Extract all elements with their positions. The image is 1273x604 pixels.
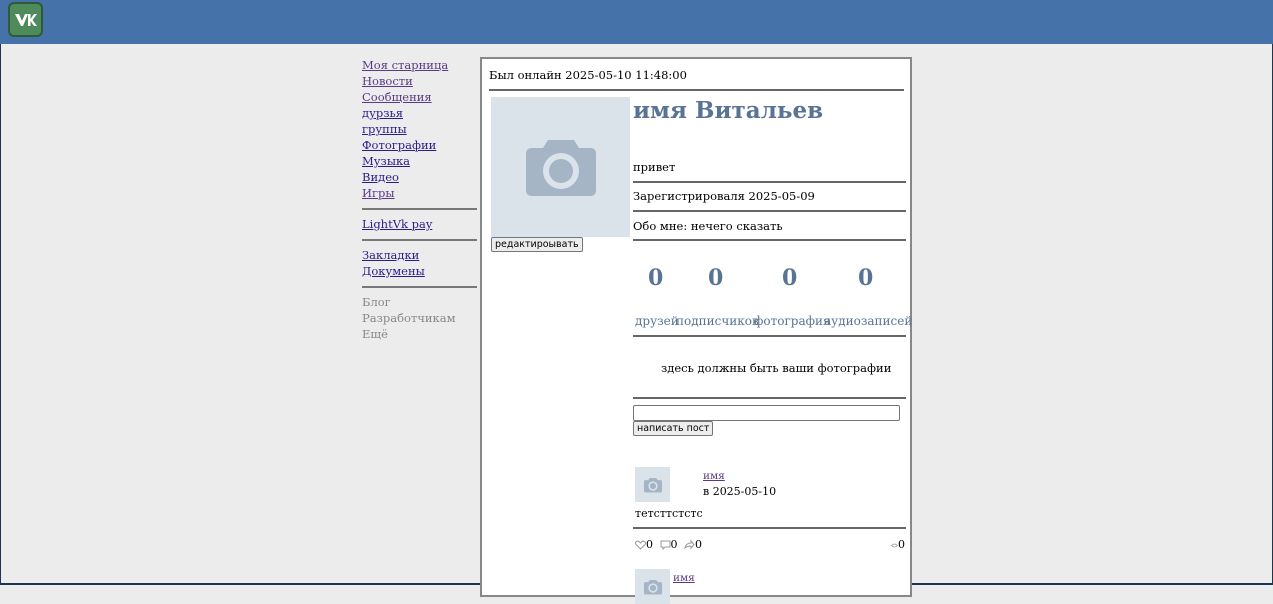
nav-news[interactable]: Новости xyxy=(362,73,477,89)
nav-games[interactable]: Игры xyxy=(362,185,477,201)
photos-empty-message: здесь должны быть ваши фотографии xyxy=(661,361,892,375)
divider xyxy=(633,397,906,399)
post-author-avatar[interactable] xyxy=(635,467,670,502)
registration-date: Зарегистрироваля 2025-05-09 xyxy=(633,189,815,203)
nav-video[interactable]: Видео xyxy=(362,169,477,185)
repost-button[interactable]: 0 xyxy=(684,538,702,551)
nav-friends[interactable]: дурзья xyxy=(362,105,477,121)
post-text: тетсттстстс xyxy=(635,507,703,520)
friends-count[interactable]: 0 xyxy=(648,265,663,291)
edit-profile-button[interactable]: редактироывать xyxy=(491,237,583,252)
views: 0 xyxy=(891,538,905,551)
post-author-avatar[interactable] xyxy=(635,569,670,604)
left-navigation: Моя старница Новости Сообщения дурзья гр… xyxy=(362,57,477,342)
photos-count[interactable]: 0 xyxy=(782,265,797,291)
nav-divider xyxy=(362,239,477,241)
heart-icon xyxy=(635,540,646,550)
nav-groups[interactable]: группы xyxy=(362,121,477,137)
profile-avatar[interactable] xyxy=(491,97,630,237)
repost-icon xyxy=(684,540,695,550)
camera-icon xyxy=(643,477,662,492)
audio-label[interactable]: аудиозаписей xyxy=(824,314,912,328)
post-author-link[interactable]: имя xyxy=(703,470,725,482)
nav-more[interactable]: Ещё xyxy=(362,326,477,342)
followers-count[interactable]: 0 xyxy=(708,265,723,291)
post-date: в 2025-05-10 xyxy=(703,485,777,498)
audio-count[interactable]: 0 xyxy=(858,265,873,291)
repost-count: 0 xyxy=(695,538,702,551)
post-author-link[interactable]: имя xyxy=(673,572,695,584)
nav-music[interactable]: Музыка xyxy=(362,153,477,169)
last-online: Был онлайн 2025-05-10 11:48:00 xyxy=(489,68,687,82)
divider xyxy=(633,335,906,337)
nav-divider xyxy=(362,286,477,288)
camera-icon xyxy=(643,579,662,594)
followers-label[interactable]: подписчиков xyxy=(676,314,759,328)
post-text-input[interactable] xyxy=(633,405,900,421)
nav-dev-blog[interactable]: Блог Разработчикам xyxy=(362,294,477,326)
friends-label[interactable]: друзей xyxy=(635,314,679,328)
nav-pay[interactable]: LightVk pay xyxy=(362,216,477,232)
comment-count: 0 xyxy=(670,538,678,551)
camera-icon xyxy=(525,140,596,196)
divider xyxy=(633,527,906,529)
nav-documents[interactable]: Докумены xyxy=(362,263,477,279)
vk-logo-icon[interactable] xyxy=(8,2,43,37)
divider xyxy=(633,181,906,183)
profile-name: имя Витальев xyxy=(633,97,824,124)
divider xyxy=(633,239,906,241)
post-actions: 0 0 0 xyxy=(635,538,702,551)
write-post-button[interactable]: написать пост xyxy=(633,421,714,436)
divider xyxy=(489,89,904,91)
view-count: 0 xyxy=(898,538,905,551)
nav-divider xyxy=(362,208,477,210)
nav-messages[interactable]: Сообщения xyxy=(362,89,477,105)
about-me: Обо мне: нечего сказать xyxy=(633,219,783,233)
like-button[interactable]: 0 xyxy=(635,538,657,551)
top-bar xyxy=(0,0,1273,44)
nav-bookmarks[interactable]: Закладки xyxy=(362,247,477,263)
comment-button[interactable]: 0 xyxy=(660,538,682,551)
nav-photos[interactable]: Фотографии xyxy=(362,137,477,153)
profile-status: привет xyxy=(633,160,676,174)
comment-icon xyxy=(660,540,670,550)
photos-label[interactable]: фотография xyxy=(754,314,831,328)
like-count: 0 xyxy=(646,538,653,551)
nav-my-page[interactable]: Моя старница xyxy=(362,57,477,73)
eye-icon xyxy=(891,543,898,547)
divider xyxy=(633,210,906,212)
profile-panel: Был онлайн 2025-05-10 11:48:00 редактиро… xyxy=(480,57,912,604)
